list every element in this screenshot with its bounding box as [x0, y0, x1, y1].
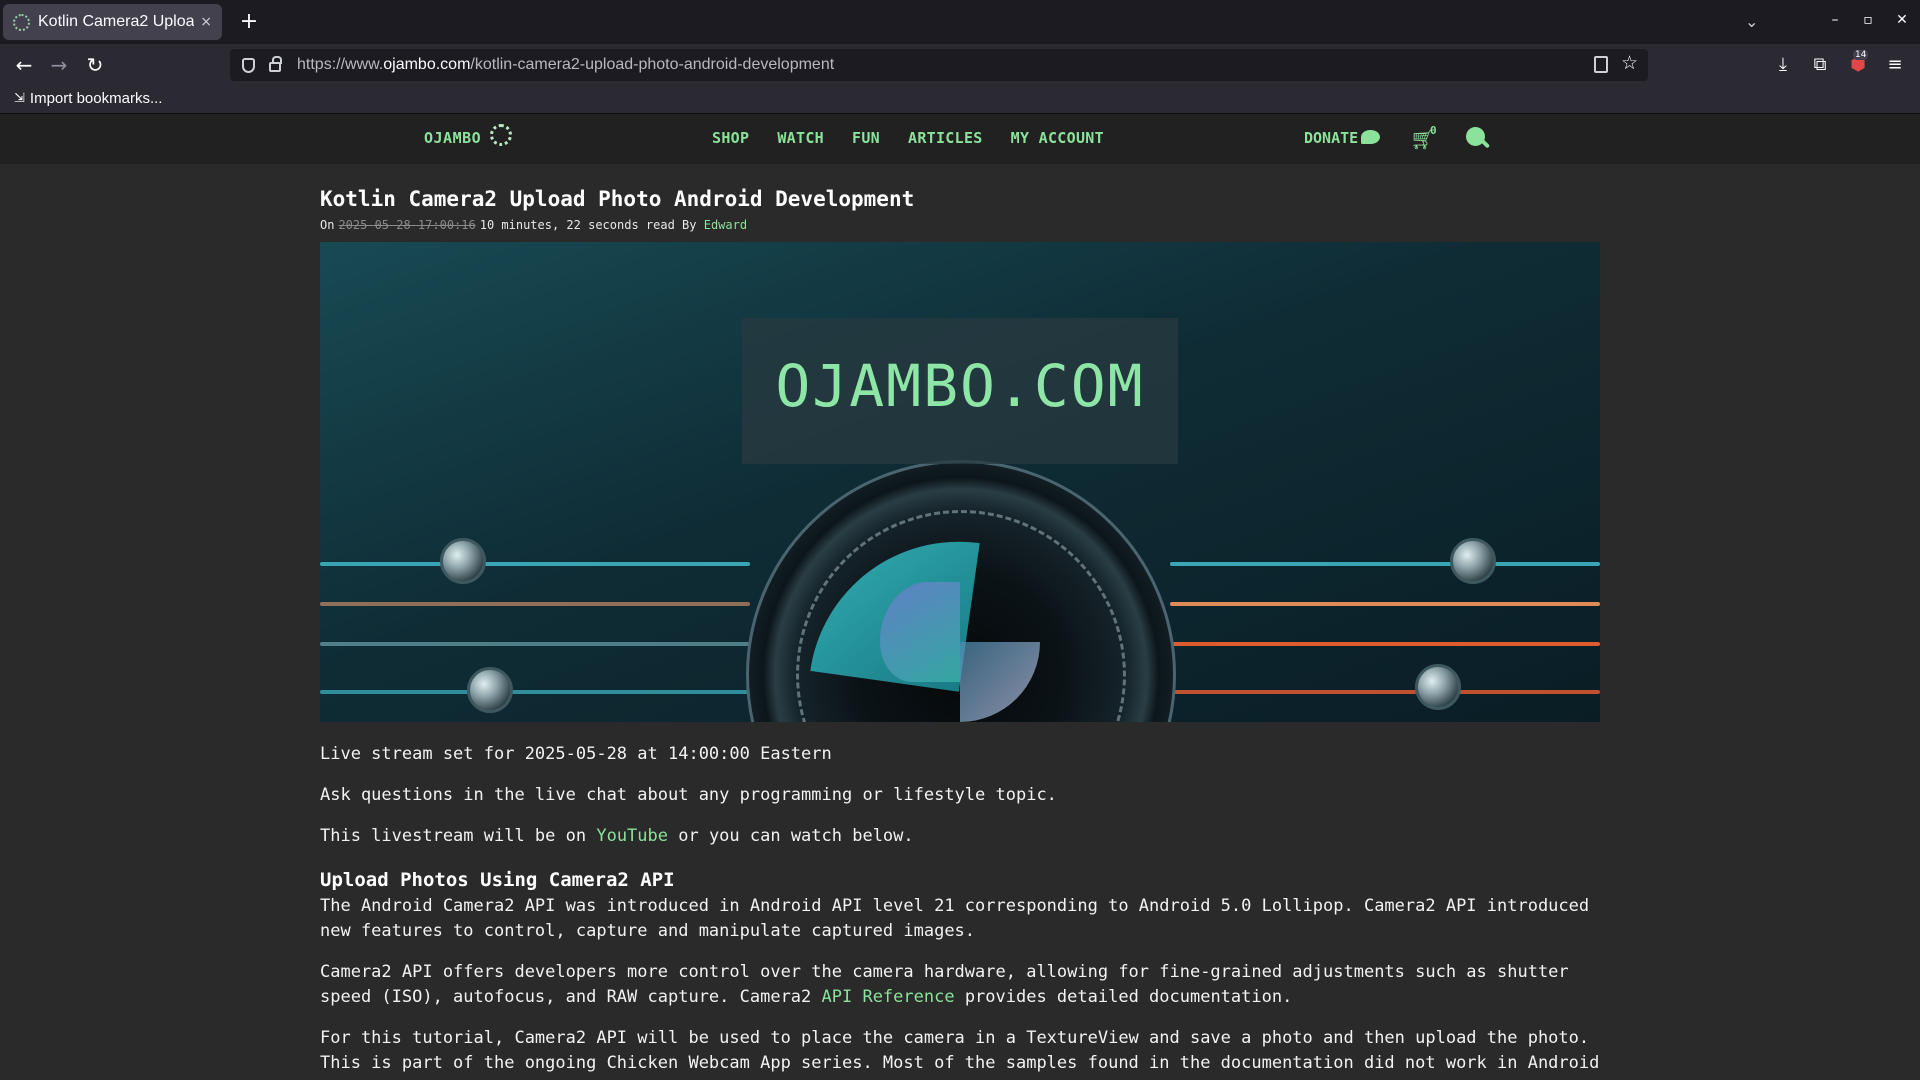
navigation-toolbar: ← → ↻ https://www.ojambo.com/kotlin-came…: [0, 44, 1920, 84]
nav-watch[interactable]: WATCH: [777, 129, 824, 147]
bookmarks-toolbar: ⇲ Import bookmarks...: [0, 84, 1920, 114]
hero-wire: [1170, 690, 1600, 694]
hero-wire: [320, 562, 750, 566]
lock-icon[interactable]: [269, 56, 282, 72]
article: Kotlin Camera2 Upload Photo Android Deve…: [320, 184, 1600, 1076]
nav-shop[interactable]: SHOP: [712, 129, 749, 147]
import-bookmarks-link[interactable]: Import bookmarks...: [30, 90, 163, 107]
active-tab[interactable]: Kotlin Camera2 Upload ×: [3, 4, 222, 40]
api-reference-link[interactable]: API Reference: [822, 987, 955, 1007]
reader-view-icon[interactable]: [1594, 56, 1608, 73]
hero-node: [467, 667, 513, 713]
menu-icon[interactable]: ≡: [1882, 52, 1908, 78]
paragraph-tutorial: For this tutorial, Camera2 API will be u…: [320, 1028, 1600, 1073]
url-text[interactable]: https://www.ojambo.com/kotlin-camera2-up…: [297, 56, 834, 74]
new-tab-button[interactable]: +: [236, 9, 262, 35]
hero-node: [440, 538, 486, 584]
paragraph-livestream: Live stream set for 2025-05-28 at 14:00:…: [320, 744, 832, 764]
hero-node: [1450, 538, 1496, 584]
extension-badge: 14: [1853, 50, 1869, 60]
hero-wire: [1170, 602, 1600, 606]
hero-image: OJAMBO.COM: [320, 242, 1600, 722]
paragraph-text: or you can watch below.: [668, 826, 914, 846]
site-favicon-icon: [13, 13, 30, 31]
tab-bar: Kotlin Camera2 Upload × + ⌄ – ▫ ✕: [0, 0, 1920, 44]
meta-on: On: [320, 218, 335, 232]
nav-fun[interactable]: FUN: [852, 129, 880, 147]
paragraph-text: This livestream will be on: [320, 826, 597, 846]
url-host: ojambo.com: [383, 56, 471, 73]
tab-title: Kotlin Camera2 Upload: [38, 13, 195, 30]
logo-mark-icon[interactable]: [490, 124, 512, 146]
article-meta: On 2025-05-28 17:00:16 10 minutes, 22 seco…: [320, 217, 1600, 233]
back-icon[interactable]: ←: [11, 52, 37, 78]
paragraph-control: Camera2 API offers developers more contr…: [320, 960, 1600, 1010]
tab-close-icon[interactable]: ×: [200, 14, 212, 30]
hero-wire: [1170, 562, 1600, 566]
extensions-icon[interactable]: ⧉: [1807, 52, 1833, 78]
youtube-link[interactable]: YouTube: [596, 826, 668, 846]
paragraph-intro: The Android Camera2 API was introduced i…: [320, 896, 1590, 941]
donate-link[interactable]: DONATE: [1304, 129, 1358, 147]
hero-wire: [320, 690, 750, 694]
chat-bubble-icon[interactable]: [1361, 130, 1380, 144]
cart-count: 0: [1430, 124, 1437, 137]
url-bar[interactable]: https://www.ojambo.com/kotlin-camera2-up…: [230, 49, 1648, 81]
meta-date: 2025-05-28 17:00:16: [338, 218, 476, 232]
list-all-tabs-icon[interactable]: ⌄: [1745, 12, 1758, 31]
url-scheme: https://www.: [297, 56, 384, 73]
hero-node: [1415, 664, 1461, 710]
import-icon: ⇲: [14, 91, 25, 106]
meta-read-time: 10 minutes, 22 seconds read By: [479, 218, 697, 232]
minimize-icon[interactable]: –: [1825, 12, 1845, 28]
hero-wire: [1170, 642, 1600, 646]
nav-articles[interactable]: ARTICLES: [908, 129, 983, 147]
url-path: /kotlin-camera2-upload-photo-android-dev…: [470, 56, 835, 73]
reload-icon[interactable]: ↻: [82, 52, 108, 78]
paragraph-questions: Ask questions in the live chat about any…: [320, 785, 1057, 805]
search-icon[interactable]: [1466, 127, 1485, 146]
paragraph-youtube: This livestream will be on YouTube or yo…: [320, 824, 1600, 849]
hero-wire: [320, 602, 750, 606]
author-link[interactable]: Edward: [704, 218, 747, 232]
close-icon[interactable]: ✕: [1892, 12, 1912, 28]
hero-wire: [320, 642, 750, 646]
paragraph-text: provides detailed documentation.: [954, 987, 1293, 1007]
page-viewport: OJAMBO SHOP WATCH FUN ARTICLES MY ACCOUN…: [0, 114, 1920, 1080]
main-menu: SHOP WATCH FUN ARTICLES MY ACCOUNT: [712, 129, 1104, 147]
forward-icon[interactable]: →: [46, 52, 72, 78]
site-logo[interactable]: OJAMBO: [424, 129, 481, 147]
article-title: Kotlin Camera2 Upload Photo Android Deve…: [320, 187, 915, 211]
nav-my-account[interactable]: MY ACCOUNT: [1011, 129, 1104, 147]
download-icon[interactable]: ⤓: [1770, 52, 1796, 78]
section-heading: Upload Photos Using Camera2 API: [320, 869, 675, 891]
star-icon[interactable]: ☆: [1621, 52, 1638, 74]
maximize-icon[interactable]: ▫: [1858, 12, 1878, 28]
shield-icon[interactable]: [242, 57, 255, 73]
site-header: OJAMBO SHOP WATCH FUN ARTICLES MY ACCOUN…: [0, 114, 1920, 164]
hero-title: OJAMBO.COM: [775, 352, 1145, 420]
